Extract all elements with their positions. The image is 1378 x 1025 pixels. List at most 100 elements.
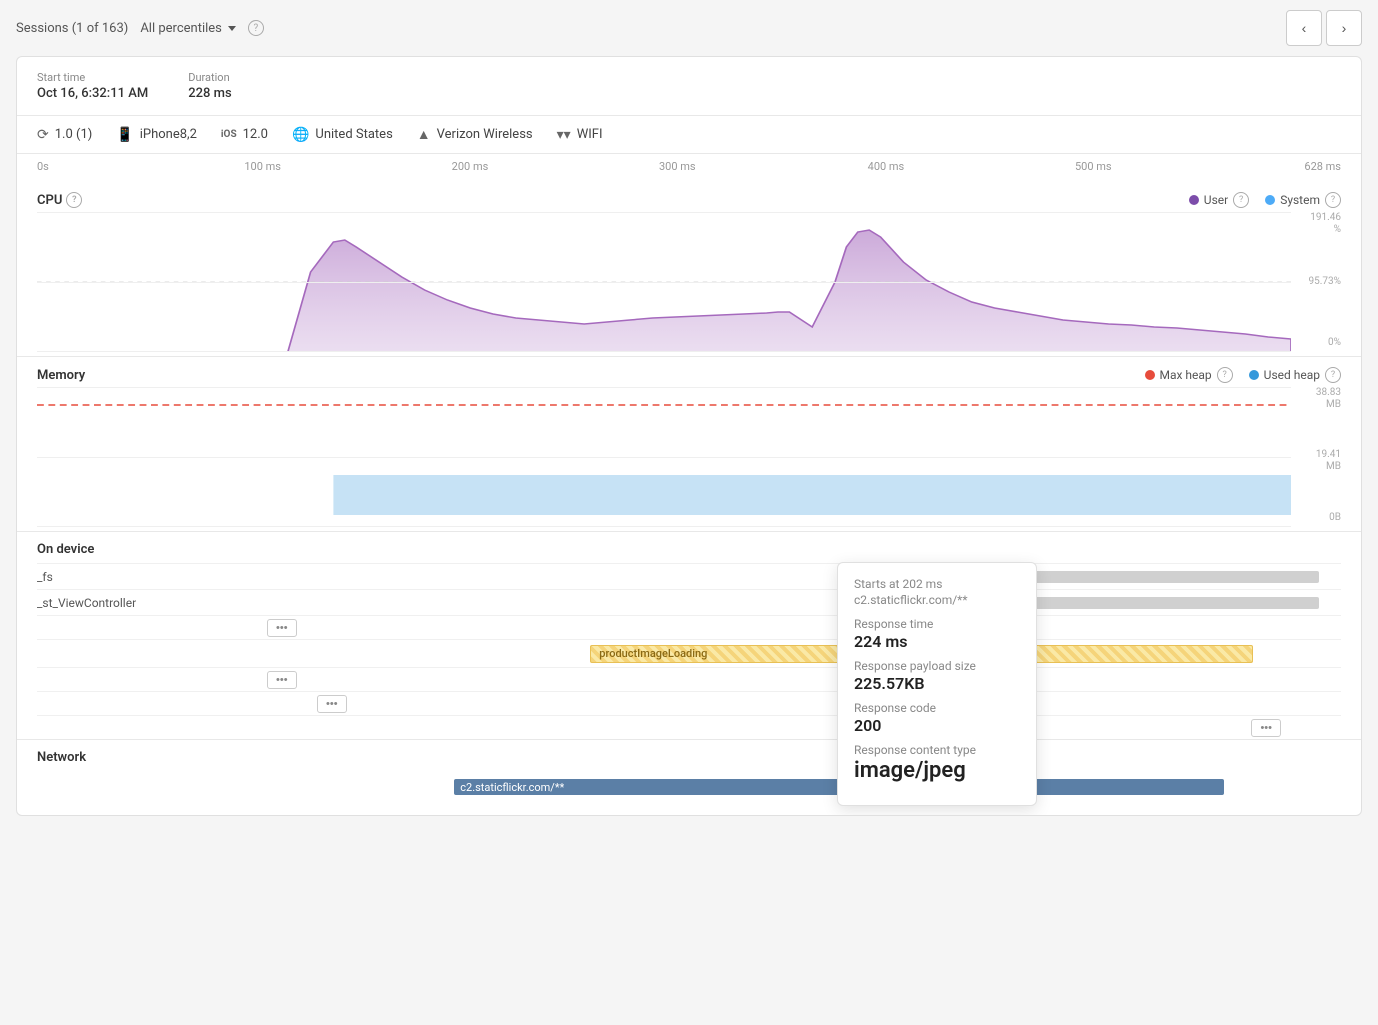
signal-icon: ▲ (417, 126, 431, 143)
trace-label-fs: _fs (37, 570, 237, 584)
trace-bar-product-label: productImageLoading (599, 647, 707, 660)
tooltip-response-time-label: Response time (854, 617, 1020, 631)
ios-icon: iOS (221, 129, 237, 140)
ellipsis-button-4[interactable]: ••• (1251, 719, 1281, 737)
sessions-label: Sessions (1 of 163) (16, 21, 128, 36)
mem-y-top: 38.83MB (1316, 387, 1341, 411)
ruler-200ms: 200 ms (452, 160, 489, 173)
cpu-header: CPU ? User ? System ? (37, 182, 1341, 212)
cpu-y-axis: 191.46% 95.73% 0% (1291, 212, 1341, 352)
ellipsis-button-1[interactable]: ••• (267, 619, 297, 637)
start-time-label: Start time (37, 71, 148, 84)
chevron-down-icon (228, 26, 236, 31)
session-info-bar: Start time Oct 16, 6:32:11 AM Duration 2… (17, 57, 1361, 116)
tooltip-response-time-value: 224 ms (854, 632, 1020, 651)
tooltip-code-label: Response code (854, 701, 1020, 715)
percentile-select[interactable]: All percentiles (140, 21, 236, 36)
tooltip-payload-label: Response payload size (854, 659, 1020, 673)
cpu-grid-top (37, 212, 1291, 213)
ellipsis4-container: ••• (1251, 719, 1281, 737)
start-time-group: Start time Oct 16, 6:32:11 AM (37, 71, 148, 101)
max-heap-dot (1145, 370, 1155, 380)
duration-group: Duration 228 ms (188, 71, 231, 101)
used-heap-label: Used heap (1264, 368, 1320, 382)
ellipsis3-container: ••• (317, 695, 347, 713)
main-card: Start time Oct 16, 6:32:11 AM Duration 2… (16, 56, 1362, 816)
cpu-chart-wrapper (37, 212, 1291, 352)
ellipsis-button-3[interactable]: ••• (317, 695, 347, 713)
device-network-value: WIFI (577, 127, 603, 142)
ruler-0s: 0s (37, 160, 49, 173)
memory-title: Memory (37, 368, 85, 383)
tooltip-response-time: Response time 224 ms (854, 617, 1020, 651)
on-device-section: On device _fs _st_ViewController ••• (17, 532, 1361, 740)
cpu-user-help[interactable]: ? (1233, 192, 1249, 208)
user-dot (1189, 195, 1199, 205)
cpu-system-help[interactable]: ? (1325, 192, 1341, 208)
device-country-value: United States (315, 127, 392, 142)
tooltip-content-type-label: Response content type (854, 743, 1020, 757)
trace-bar-area-fs (237, 564, 1341, 589)
device-version-value: 1.0 (1) (55, 127, 93, 142)
ruler-500ms: 500 ms (1075, 160, 1112, 173)
top-bar: Sessions (1 of 163) All percentiles ? ‹ … (0, 0, 1378, 56)
cpu-title: CPU ? (37, 192, 82, 208)
used-heap-help[interactable]: ? (1325, 367, 1341, 383)
ruler-400ms: 400 ms (868, 160, 905, 173)
on-device-header: On device (37, 532, 1341, 563)
cpu-section: CPU ? User ? System ? (17, 182, 1361, 357)
tooltip-payload-value: 225.57KB (854, 674, 1020, 693)
mem-y-bot: 0B (1329, 512, 1341, 523)
help-icon[interactable]: ? (248, 20, 264, 36)
trace-row-ellipsis1: ••• (37, 615, 1341, 639)
cpu-legend-user: User ? (1189, 192, 1249, 208)
used-heap-dot (1249, 370, 1259, 380)
cpu-user-label: User (1204, 193, 1228, 207)
network-bar-label: c2.staticflickr.com/** (460, 781, 564, 794)
memory-y-axis: 38.83MB 19.41MB 0B (1291, 387, 1341, 527)
ellipsis-button-2[interactable]: ••• (267, 671, 297, 689)
memory-chart-area: 38.83MB 19.41MB 0B (37, 387, 1341, 527)
tooltip-code: Response code 200 (854, 701, 1020, 735)
max-heap-help[interactable]: ? (1217, 367, 1233, 383)
ellipsis2-container: ••• (267, 671, 297, 689)
duration-value: 228 ms (188, 86, 231, 101)
cpu-y-mid: 95.73% (1309, 276, 1341, 287)
trace-row-ellipsis4: ••• (37, 715, 1341, 739)
device-info-bar: ⟳ 1.0 (1) 📱 iPhone8,2 iOS 12.0 🌐 United … (17, 116, 1361, 154)
device-country: 🌐 United States (292, 127, 417, 143)
cpu-title-text: CPU (37, 193, 62, 208)
network-header: Network (37, 740, 1341, 771)
cpu-system-label: System (1280, 193, 1320, 207)
cpu-grid-bot (37, 351, 1291, 352)
trace-bar-area-product: productImageLoading (237, 640, 1341, 667)
duration-label: Duration (188, 71, 231, 84)
device-carrier: ▲ Verizon Wireless (417, 126, 557, 143)
device-carrier-value: Verizon Wireless (437, 127, 533, 142)
tooltip-content-type-value: image/jpeg (854, 758, 1020, 783)
memory-legend-max: Max heap ? (1145, 367, 1233, 383)
memory-chart-svg (37, 387, 1291, 527)
cpu-legend: User ? System ? (1189, 192, 1341, 208)
network-section: Network c2.staticflickr.com/** (17, 740, 1361, 807)
ruler-labels: 0s 100 ms 200 ms 300 ms 400 ms 500 ms 62… (37, 160, 1341, 182)
nav-next-button[interactable]: › (1326, 10, 1362, 46)
cpu-legend-system: System ? (1265, 192, 1341, 208)
tooltip-code-value: 200 (854, 716, 1020, 735)
tooltip-payload: Response payload size 225.57KB (854, 659, 1020, 693)
ruler-628ms: 628 ms (1304, 160, 1341, 173)
trace-row-ellipsis3: ••• (37, 691, 1341, 715)
device-version: ⟳ 1.0 (1) (37, 127, 116, 143)
memory-legend: Max heap ? Used heap ? (1145, 367, 1342, 383)
network-row: c2.staticflickr.com/** (37, 771, 1341, 807)
nav-buttons: ‹ › (1286, 10, 1362, 46)
system-dot (1265, 195, 1275, 205)
nav-prev-button[interactable]: ‹ (1286, 10, 1322, 46)
cpu-help-icon[interactable]: ? (66, 192, 82, 208)
trace-label-stvc: _st_ViewController (37, 596, 237, 610)
ruler-100ms: 100 ms (244, 160, 281, 173)
percentile-label: All percentiles (140, 21, 222, 36)
tooltip-content-type: Response content type image/jpeg (854, 743, 1020, 783)
start-time-value: Oct 16, 6:32:11 AM (37, 86, 148, 101)
trace-row-product: productImageLoading (37, 639, 1341, 667)
